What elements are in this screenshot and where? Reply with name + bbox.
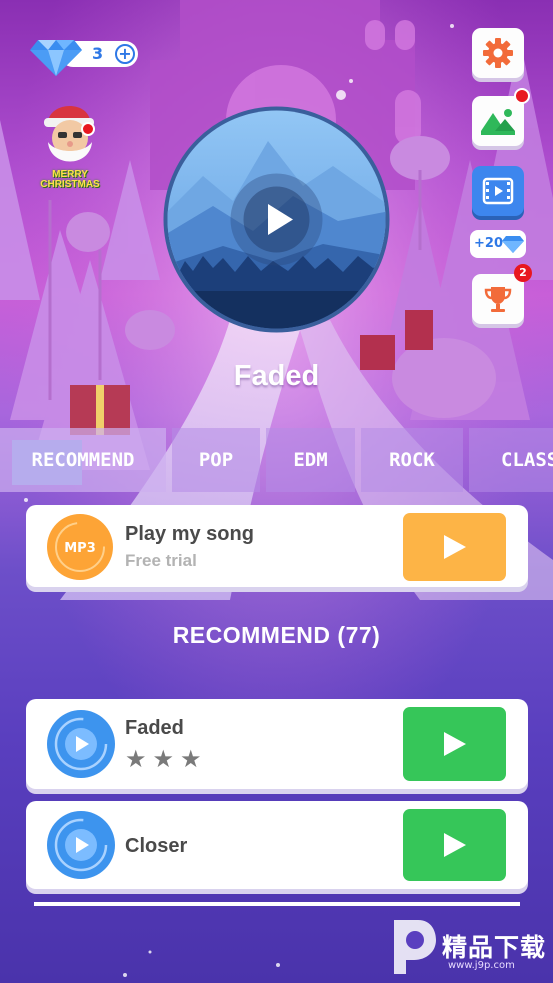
watermark: 精品下载 www.j9p.com xyxy=(388,914,553,980)
tab-classic[interactable]: CLASS xyxy=(469,428,553,492)
theme-button[interactable] xyxy=(472,88,530,146)
tab-rock[interactable]: ROCK xyxy=(361,428,463,492)
svg-text:MP3: MP3 xyxy=(64,541,96,556)
diamond-icon xyxy=(502,236,524,253)
achievement-count-badge: 2 xyxy=(514,264,532,282)
play-icon xyxy=(443,535,466,559)
tab-label: EDM xyxy=(293,449,328,471)
notification-dot xyxy=(514,88,530,104)
song-play-button[interactable] xyxy=(403,707,506,781)
category-tabs: RECOMMEND POP EDM ROCK CLASS xyxy=(0,428,553,492)
custom-song-card[interactable]: MP3 Play my song Free trial xyxy=(26,505,528,587)
watermark-text: 精品下载 xyxy=(442,933,547,962)
play-icon xyxy=(443,732,466,756)
trophy-icon xyxy=(484,287,512,312)
song-card[interactable]: Closer xyxy=(26,801,528,889)
tab-label: POP xyxy=(198,449,234,471)
section-title: RECOMMEND (77) xyxy=(172,622,381,648)
tab-label: ROCK xyxy=(389,449,435,471)
song-title: Faded xyxy=(125,717,184,739)
landscape-icon xyxy=(481,109,515,135)
song-card-partial xyxy=(34,902,520,906)
tab-label: CLASS xyxy=(501,449,553,471)
watch-video-button[interactable] xyxy=(472,166,524,216)
gem-count: 3 xyxy=(92,44,104,63)
song-title: Closer xyxy=(125,835,188,857)
diamond-icon xyxy=(30,40,82,76)
christmas-label: MERRY CHRISTMAS xyxy=(40,169,100,190)
christmas-event-button[interactable]: MERRY CHRISTMAS xyxy=(34,98,106,196)
watermark-url: www.j9p.com xyxy=(448,960,515,971)
song-disc-icon xyxy=(47,710,115,778)
album-disc[interactable] xyxy=(163,106,390,333)
notification-dot xyxy=(81,122,95,136)
song-rating: ★ ★ ★ xyxy=(125,747,202,771)
achievements-button[interactable]: 2 xyxy=(472,264,532,324)
custom-song-play-button[interactable] xyxy=(403,513,506,581)
santa-icon xyxy=(44,105,94,162)
song-disc-icon xyxy=(47,811,115,879)
video-reward-badge: +20 xyxy=(470,230,526,258)
star-icon: ★ xyxy=(125,745,147,773)
custom-song-subtitle: Free trial xyxy=(125,551,197,570)
mp3-icon: MP3 xyxy=(47,514,113,580)
custom-song-title: Play my song xyxy=(125,523,254,545)
add-gems-button[interactable]: + xyxy=(115,44,135,64)
tab-pop[interactable]: POP xyxy=(172,428,260,492)
gem-counter[interactable]: 3 + xyxy=(30,36,138,76)
star-icon: ★ xyxy=(152,745,175,773)
now-playing-title: Faded xyxy=(233,360,320,392)
reward-amount: +20 xyxy=(474,236,503,251)
tab-recommend[interactable]: RECOMMEND xyxy=(0,428,166,492)
gear-icon xyxy=(483,38,513,68)
song-play-button[interactable] xyxy=(403,809,506,881)
tab-label: RECOMMEND xyxy=(31,449,135,471)
song-card[interactable]: Faded ★ ★ ★ xyxy=(26,699,528,789)
tab-edm[interactable]: EDM xyxy=(266,428,355,492)
watermark-logo-icon xyxy=(394,920,436,974)
film-play-icon xyxy=(482,177,514,205)
settings-button[interactable] xyxy=(472,28,524,78)
play-icon xyxy=(443,833,466,857)
star-icon: ★ xyxy=(180,745,202,773)
